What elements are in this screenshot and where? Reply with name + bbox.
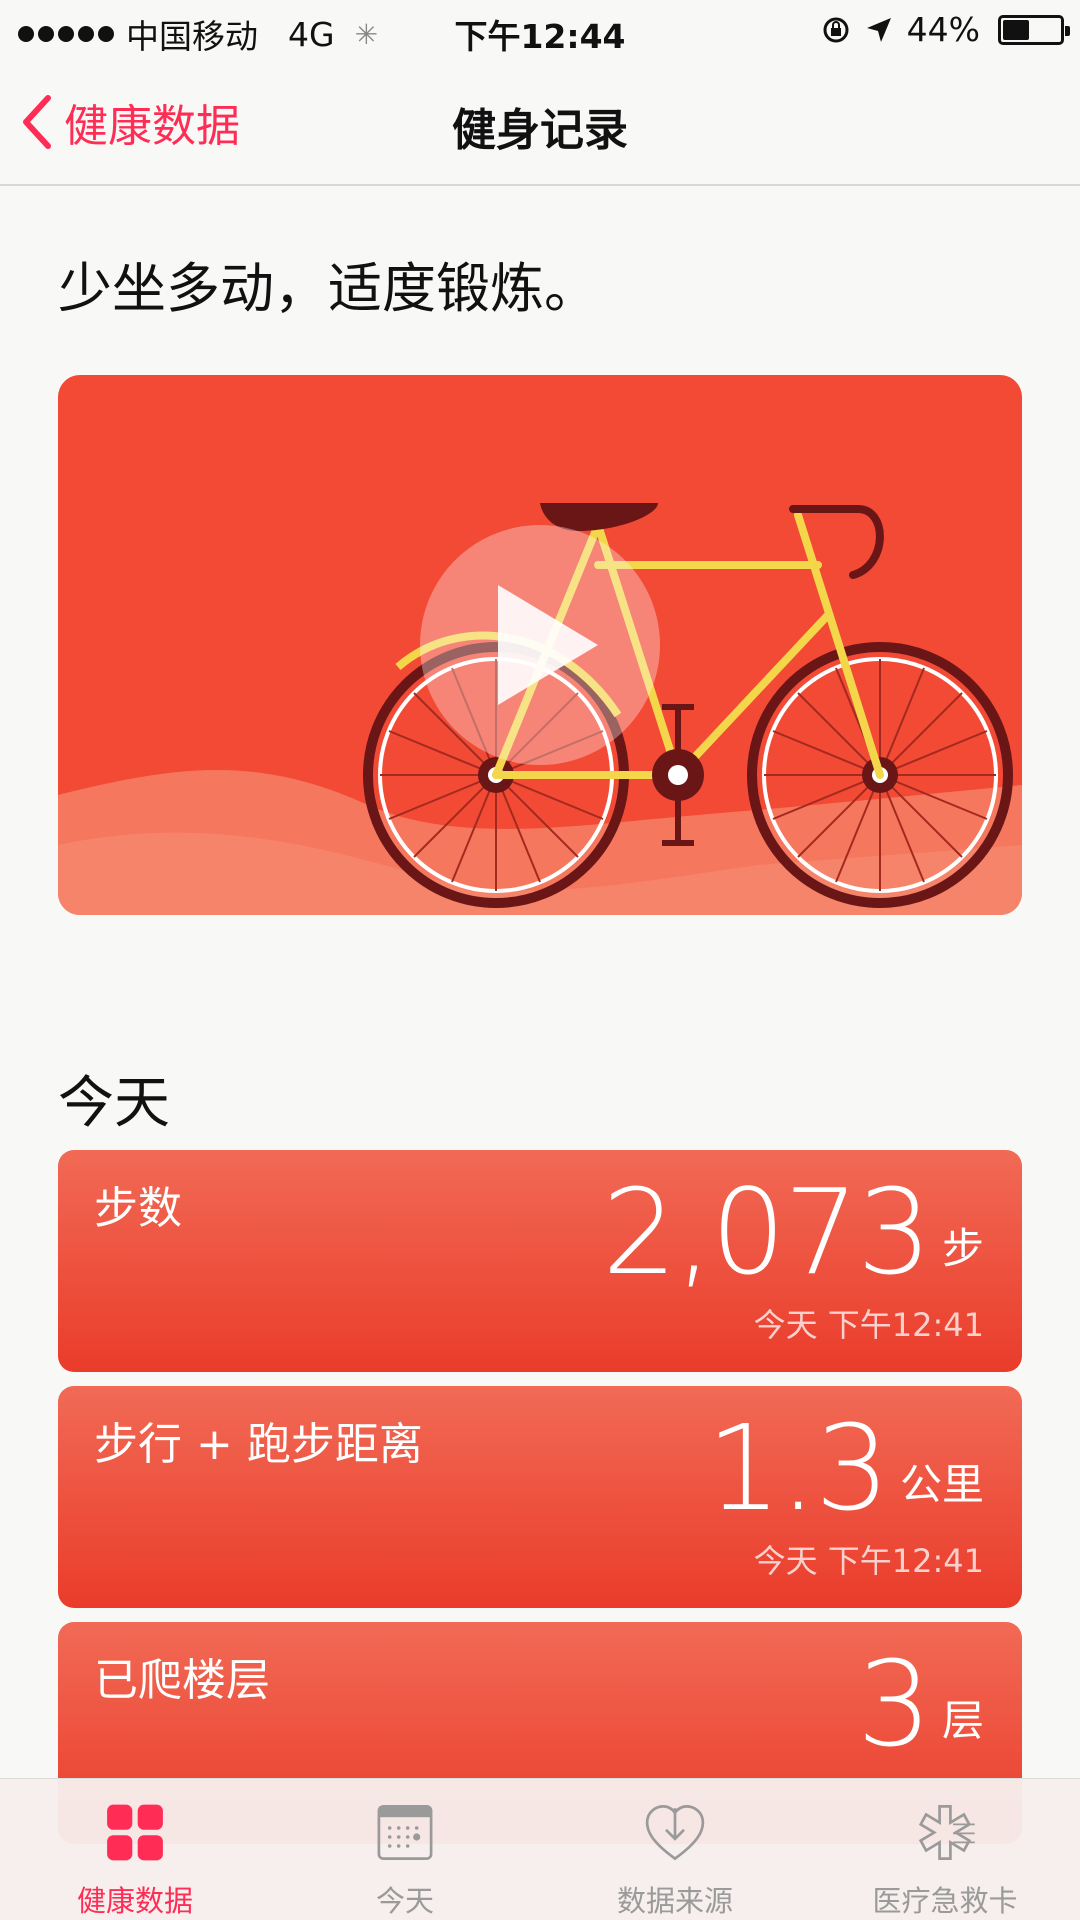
metric-unit: 步 xyxy=(941,1224,984,1273)
tab-label: 今天 xyxy=(375,1884,434,1918)
tab-label: 数据来源 xyxy=(616,1884,733,1918)
medical-star-icon xyxy=(918,1805,975,1860)
metric-label: 已爬楼层 xyxy=(94,1655,270,1706)
status-bar: 中国移动 4G ✳ 下午12:44 44% xyxy=(0,0,1080,60)
metric-timestamp: 今天 下午12:41 xyxy=(753,1542,984,1580)
metric-value-group: 1.3 公里 xyxy=(706,1408,984,1528)
metric-timestamp: 今天 下午12:41 xyxy=(753,1306,984,1344)
battery-icon xyxy=(998,14,1070,45)
tab-data-sources[interactable]: 数据来源 xyxy=(540,1779,810,1920)
status-right: 44% xyxy=(821,10,1070,49)
hero-video-card[interactable] xyxy=(58,375,1022,915)
tab-label: 医疗急救卡 xyxy=(872,1884,1018,1918)
page-title: 健身记录 xyxy=(452,105,628,156)
grid-icon xyxy=(107,1804,163,1861)
tab-bar: 健康数据 今天 数据来源 医疗急救卡 xyxy=(0,1778,1080,1920)
rotation-lock-icon xyxy=(823,17,849,42)
metric-label: 步数 xyxy=(94,1183,182,1234)
heart-download-icon xyxy=(645,1805,705,1861)
section-title-today: 今天 xyxy=(58,1071,170,1136)
metric-value: 2,073 xyxy=(602,1163,932,1301)
metric-value-group: 3 层 xyxy=(857,1644,984,1764)
tab-today[interactable]: 今天 xyxy=(270,1779,540,1920)
calendar-icon xyxy=(377,1805,433,1860)
metric-value-group: 2,073 步 xyxy=(602,1172,984,1292)
metric-card-distance[interactable]: 步行 + 跑步距离 1.3 公里 今天 下午12:41 xyxy=(58,1386,1022,1608)
play-button[interactable] xyxy=(420,525,660,765)
tab-medical-id[interactable]: 医疗急救卡 xyxy=(810,1779,1080,1920)
tab-health-data[interactable]: 健康数据 xyxy=(0,1779,270,1920)
battery-percent: 44% xyxy=(906,10,980,49)
tab-label: 健康数据 xyxy=(76,1884,193,1918)
metric-card-steps[interactable]: 步数 2,073 步 今天 下午12:41 xyxy=(58,1150,1022,1372)
metric-label: 步行 + 跑步距离 xyxy=(94,1419,423,1470)
metric-unit: 层 xyxy=(941,1696,984,1745)
metric-unit: 公里 xyxy=(899,1460,984,1509)
navigation-bar: 健康数据 健身记录 xyxy=(0,60,1080,186)
metric-value: 3 xyxy=(856,1635,932,1773)
headline: 少坐多动，适度锻炼。 xyxy=(58,257,598,320)
location-arrow-icon xyxy=(866,17,891,42)
metric-value: 1.3 xyxy=(706,1399,890,1537)
bicycle-illustration xyxy=(58,503,1022,915)
